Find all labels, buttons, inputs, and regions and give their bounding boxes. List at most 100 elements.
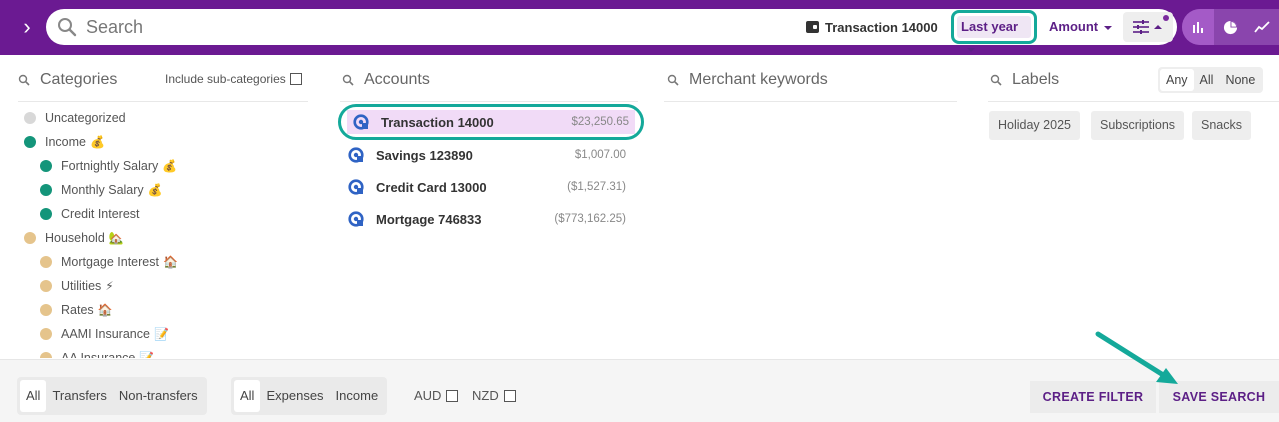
accounts-header: Accounts [342, 70, 430, 90]
transfer-filter-toggle: All Transfers Non-transfers [17, 377, 207, 415]
divider [988, 101, 1279, 102]
divider [340, 101, 638, 102]
account-name: Savings 123890 [376, 147, 473, 163]
category-color-dot [40, 304, 52, 316]
bank-logo-icon [348, 211, 364, 227]
account-balance: ($773,162.25) [554, 213, 626, 225]
amount-dropdown[interactable]: Amount [1049, 16, 1113, 38]
transfer-filter-all[interactable]: All [20, 380, 47, 412]
category-label: AA Insurance [61, 351, 136, 358]
labels-match-all[interactable]: All [1194, 69, 1220, 91]
categories-title: Categories [40, 71, 118, 88]
currency-nzd[interactable]: NZD [472, 388, 516, 403]
currency-nzd-checkbox[interactable] [503, 389, 516, 402]
line-chart-icon [1254, 21, 1270, 33]
transfer-filter-transfers[interactable]: Transfers [46, 380, 112, 412]
account-filter-chip[interactable]: Transaction 14000 [806, 16, 938, 38]
category-color-dot [40, 184, 52, 196]
account-name: Mortgage 746833 [376, 211, 482, 227]
category-color-dot [40, 280, 52, 292]
search-icon [58, 18, 77, 37]
expand-sidebar-icon[interactable]: › [14, 13, 40, 41]
category-item[interactable]: Income 💰 [24, 132, 105, 152]
date-range-label: Last year [961, 19, 1019, 34]
labels-match-toggle: Any All None [1158, 67, 1264, 93]
category-label: Income [45, 135, 86, 149]
view-toggle [1182, 9, 1279, 45]
category-item[interactable]: AAMI Insurance 📝 [40, 324, 169, 344]
bar-chart-view-button[interactable] [1182, 9, 1214, 45]
label-chip[interactable]: Holiday 2025 [989, 111, 1080, 140]
search-icon [667, 74, 679, 86]
accounts-title: Accounts [364, 71, 430, 88]
pie-chart-view-button[interactable] [1214, 9, 1246, 45]
search-box: Transaction 14000 Last year Amount [46, 9, 1177, 52]
categories-header: Categories [18, 70, 117, 90]
category-label: AAMI Insurance [61, 327, 150, 341]
account-name: Transaction 14000 [381, 114, 494, 130]
include-subcategories-label: Include sub-categories [165, 72, 286, 86]
divider [18, 101, 308, 102]
caret-down-icon [967, 47, 975, 52]
wallet-icon [806, 21, 819, 33]
category-item[interactable]: Uncategorized [24, 108, 126, 128]
type-filter-toggle: All Expenses Income [231, 377, 388, 415]
caret-down-icon [1104, 25, 1113, 30]
divider [664, 101, 957, 102]
search-input[interactable] [86, 15, 686, 39]
account-item[interactable]: Mortgage 746833 ($773,162.25) [336, 203, 638, 235]
category-color-dot [40, 160, 52, 172]
category-item[interactable]: Rates 🏠 [40, 300, 113, 320]
type-filter-income[interactable]: Income [330, 380, 385, 412]
date-range-dropdown[interactable]: Last year [951, 10, 1037, 52]
type-filter-expenses[interactable]: Expenses [260, 380, 329, 412]
category-item[interactable]: AA Insurance 📝 [40, 348, 154, 358]
account-item[interactable]: Savings 123890 $1,007.00 [336, 139, 638, 171]
currency-aud[interactable]: AUD [414, 388, 459, 403]
line-chart-view-button[interactable] [1246, 9, 1278, 45]
category-emoji: 💰 [90, 135, 105, 149]
category-label: Fortnightly Salary [61, 159, 159, 173]
label-chip[interactable]: Subscriptions [1091, 111, 1185, 140]
account-balance: ($1,527.31) [567, 181, 626, 193]
category-list: Uncategorized Income 💰 Fortnightly Salary 💰 M… [18, 108, 298, 358]
search-icon [342, 74, 354, 86]
labels-header: Labels [990, 70, 1059, 90]
type-filter-all[interactable]: All [234, 380, 261, 412]
labels-match-any[interactable]: Any [1160, 69, 1194, 91]
category-item[interactable]: Mortgage Interest 🏠 [40, 252, 178, 272]
category-emoji: 💰 [162, 159, 178, 173]
include-subcategories-checkbox[interactable] [289, 73, 302, 85]
merchant-keywords-header: Merchant keywords [667, 70, 828, 90]
category-color-dot [40, 352, 52, 358]
category-label: Mortgage Interest [61, 255, 159, 269]
account-filter-label: Transaction 14000 [825, 19, 938, 35]
category-label: Rates [61, 303, 94, 317]
currency-aud-checkbox[interactable] [446, 389, 459, 402]
category-label: Credit Interest [61, 207, 140, 221]
account-item[interactable]: Credit Card 13000 ($1,527.31) [336, 171, 638, 203]
category-color-dot [24, 136, 36, 148]
annotation-arrow [1095, 331, 1178, 384]
transfer-filter-non-transfers[interactable]: Non-transfers [113, 380, 204, 412]
label-chip[interactable]: Snacks [1192, 111, 1251, 140]
category-item[interactable]: Monthly Salary 💰 [40, 180, 163, 200]
merchant-keywords-title: Merchant keywords [689, 71, 828, 88]
category-emoji: 💰 [147, 183, 163, 197]
search-icon [18, 74, 30, 86]
category-item[interactable]: Credit Interest [40, 204, 140, 224]
advanced-filters-button[interactable] [1123, 12, 1173, 42]
category-color-dot [40, 208, 52, 220]
category-color-dot [24, 232, 36, 244]
category-item[interactable]: Household 🏡 [24, 228, 124, 248]
include-subcategories-toggle[interactable]: Include sub-categories [165, 72, 302, 86]
account-balance: $1,007.00 [574, 149, 626, 161]
labels-match-none[interactable]: None [1219, 69, 1261, 91]
category-item[interactable]: Fortnightly Salary 💰 [40, 156, 177, 176]
amount-label: Amount [1049, 19, 1099, 34]
category-item[interactable]: Utilities ⚡ [40, 276, 114, 296]
category-emoji: 📝 [139, 351, 155, 358]
active-filter-dot [1163, 15, 1169, 21]
search-icon [990, 74, 1002, 86]
account-item[interactable]: Transaction 14000 $23,250.65 [338, 104, 644, 140]
